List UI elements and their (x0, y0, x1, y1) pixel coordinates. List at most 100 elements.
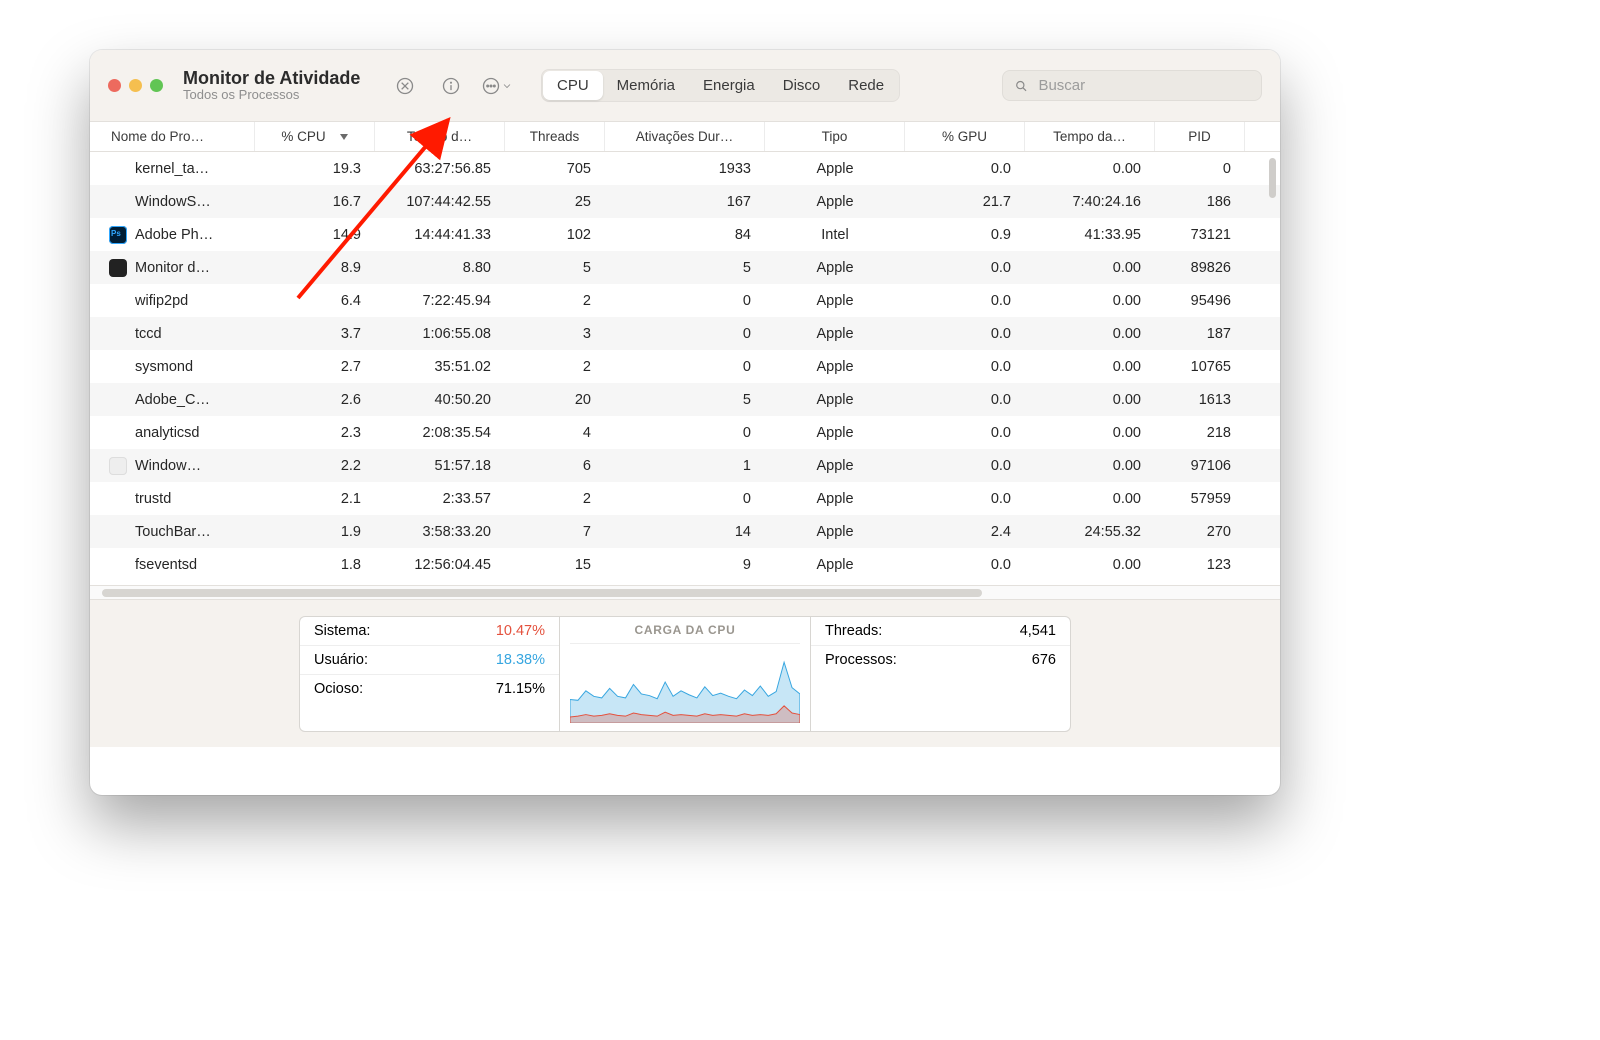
cell: 0.00 (1025, 359, 1155, 375)
process-name-cell: WindowS… (105, 193, 255, 211)
process-name: Adobe_C… (135, 392, 210, 408)
summary-label: Processos: (825, 652, 897, 668)
cell: 89826 (1155, 260, 1245, 276)
process-name-cell: fseventsd (105, 556, 255, 574)
column-header[interactable]: Ativações Dur… (605, 122, 765, 151)
cell: Apple (765, 557, 905, 573)
search-input[interactable] (1036, 76, 1250, 95)
process-name-cell: Adobe Ph… (105, 226, 255, 244)
app-icon (109, 457, 127, 475)
column-header[interactable]: PID (1155, 122, 1245, 151)
cell: 0.0 (905, 161, 1025, 177)
cell: 0 (605, 293, 765, 309)
tab-rede[interactable]: Rede (834, 71, 898, 100)
zoom-window-button[interactable] (150, 79, 163, 92)
cell: Apple (765, 260, 905, 276)
cell: 1.8 (255, 557, 375, 573)
cell: 1613 (1155, 392, 1245, 408)
column-header[interactable]: Tempo da… (1025, 122, 1155, 151)
column-header[interactable]: Threads (505, 122, 605, 151)
cell: Apple (765, 194, 905, 210)
summary-label: Ocioso: (314, 681, 363, 697)
column-header[interactable]: % GPU (905, 122, 1025, 151)
column-header[interactable]: Nome do Pro… (105, 122, 255, 151)
app-icon (109, 226, 127, 244)
cell: 3 (505, 326, 605, 342)
cell: 0 (605, 491, 765, 507)
table-row[interactable]: TouchBar…1.93:58:33.20714Apple2.424:55.3… (90, 515, 1280, 548)
toolbar: Monitor de Atividade Todos os Processos … (90, 50, 1280, 122)
cell: 0.00 (1025, 425, 1155, 441)
cell: Apple (765, 293, 905, 309)
table-row[interactable]: WindowS…16.7107:44:42.5525167Apple21.77:… (90, 185, 1280, 218)
vertical-scrollbar[interactable] (1269, 158, 1276, 198)
column-header[interactable]: % CPU (255, 122, 375, 151)
cell: 0.0 (905, 425, 1025, 441)
cell: 73121 (1155, 227, 1245, 243)
cell: 3.7 (255, 326, 375, 342)
cell: 2.6 (255, 392, 375, 408)
cell: 51:57.18 (375, 458, 505, 474)
cell: 6 (505, 458, 605, 474)
cell: 167 (605, 194, 765, 210)
cell: 2.7 (255, 359, 375, 375)
tab-energia[interactable]: Energia (689, 71, 769, 100)
cell: 2 (505, 293, 605, 309)
activity-monitor-window: Monitor de Atividade Todos os Processos … (90, 50, 1280, 795)
tab-cpu[interactable]: CPU (543, 71, 603, 100)
table-row[interactable]: Monitor d…8.98.8055Apple0.00.0089826 (90, 251, 1280, 284)
stop-process-button[interactable] (389, 70, 421, 102)
table-row[interactable]: analyticsd2.32:08:35.5440Apple0.00.00218 (90, 416, 1280, 449)
search-field[interactable] (1002, 70, 1262, 101)
cpu-summary-panel: Sistema:10.47%Usuário:18.38%Ocioso:71.15… (299, 616, 559, 732)
table-row[interactable]: Adobe_C…2.640:50.20205Apple0.00.001613 (90, 383, 1280, 416)
cell: 2.3 (255, 425, 375, 441)
table-row[interactable]: kernel_ta…19.363:27:56.857051933Apple0.0… (90, 152, 1280, 185)
process-name: trustd (135, 491, 171, 507)
cell: 10765 (1155, 359, 1245, 375)
column-header[interactable]: Tempo d… (375, 122, 505, 151)
table-row[interactable]: sysmond2.735:51.0220Apple0.00.0010765 (90, 350, 1280, 383)
cell: 123 (1155, 557, 1245, 573)
window-controls (108, 79, 163, 92)
cell: 95496 (1155, 293, 1245, 309)
cell: 0.00 (1025, 161, 1155, 177)
counts-panel: Threads:4,541Processos:676 (811, 616, 1071, 732)
cell: Intel (765, 227, 905, 243)
inspect-process-button[interactable] (435, 70, 467, 102)
process-name: Window… (135, 458, 201, 474)
scrollbar-thumb[interactable] (102, 589, 982, 597)
cell: 4 (505, 425, 605, 441)
cell: Apple (765, 491, 905, 507)
table-row[interactable]: wifip2pd6.47:22:45.9420Apple0.00.0095496 (90, 284, 1280, 317)
window-title: Monitor de Atividade (183, 68, 373, 89)
cell: 2.2 (255, 458, 375, 474)
cell: 9 (605, 557, 765, 573)
table-row[interactable]: Adobe Ph…14.914:44:41.3310284Intel0.941:… (90, 218, 1280, 251)
summary-row: Processos:676 (811, 646, 1070, 674)
process-name-cell: wifip2pd (105, 292, 255, 310)
cell: 0.0 (905, 326, 1025, 342)
cell: 14 (605, 524, 765, 540)
cell: 1 (605, 458, 765, 474)
cell: 2.1 (255, 491, 375, 507)
tab-disco[interactable]: Disco (769, 71, 835, 100)
table-row[interactable]: Window…2.251:57.1861Apple0.00.0097106 (90, 449, 1280, 482)
cell: 0.0 (905, 359, 1025, 375)
horizontal-scrollbar[interactable] (90, 585, 1280, 599)
cpu-load-chart (570, 644, 800, 727)
cell: 270 (1155, 524, 1245, 540)
table-row[interactable]: fseventsd1.812:56:04.45159Apple0.00.0012… (90, 548, 1280, 581)
close-window-button[interactable] (108, 79, 121, 92)
table-row[interactable]: tccd3.71:06:55.0830Apple0.00.00187 (90, 317, 1280, 350)
chart-title: CARGA DA CPU (570, 623, 800, 644)
process-name: wifip2pd (135, 293, 188, 309)
cell: 0.0 (905, 260, 1025, 276)
tab-memória[interactable]: Memória (603, 71, 689, 100)
minimize-window-button[interactable] (129, 79, 142, 92)
table-row[interactable]: trustd2.12:33.5720Apple0.00.0057959 (90, 482, 1280, 515)
more-options-button[interactable] (481, 70, 513, 102)
cell: 107:44:42.55 (375, 194, 505, 210)
column-header[interactable]: Tipo (765, 122, 905, 151)
process-table[interactable]: kernel_ta…19.363:27:56.857051933Apple0.0… (90, 152, 1280, 585)
